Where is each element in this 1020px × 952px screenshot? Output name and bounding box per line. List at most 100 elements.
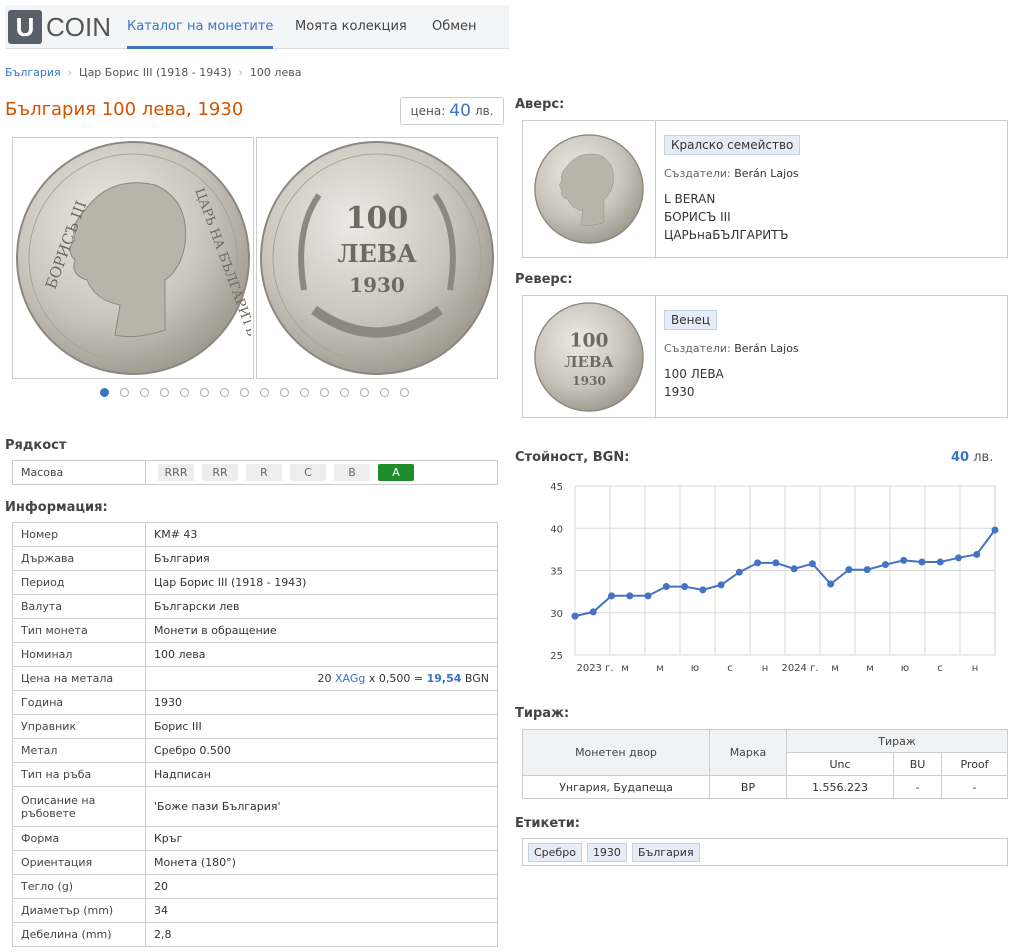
- gallery-dot[interactable]: [300, 388, 309, 397]
- info-value: Кръг: [145, 826, 498, 851]
- x-tick-label: н: [762, 663, 769, 674]
- table-row: Ориентация Монета (180°): [12, 850, 498, 875]
- info-value: 20: [145, 874, 498, 899]
- metal-price-unit[interactable]: XAGg: [335, 672, 365, 685]
- gallery-dot[interactable]: [160, 388, 169, 397]
- gallery-dot[interactable]: [120, 388, 129, 397]
- value-unit: лв.: [973, 450, 994, 465]
- data-point: [608, 592, 616, 600]
- price-unit: лв.: [474, 104, 494, 118]
- reverse-text-leva: ЛЕВА: [337, 239, 417, 268]
- rarity-chip: C: [290, 464, 326, 481]
- gallery-dot[interactable]: [260, 388, 269, 397]
- data-point: [790, 565, 798, 573]
- price-badge: цена: 40 лв.: [400, 97, 504, 125]
- data-point: [699, 586, 707, 594]
- info-value: Надписан: [145, 762, 498, 787]
- inscription-line: L BERAN: [664, 192, 716, 206]
- obverse-image[interactable]: БОРИСЪ III ЦАРЬ НА БЪЛГАРИТЪ: [12, 137, 254, 379]
- info-value: Монети в обращение: [145, 618, 498, 643]
- gallery-dot[interactable]: [220, 388, 229, 397]
- data-point: [991, 526, 999, 534]
- creator-name[interactable]: Berán Lajos: [734, 342, 798, 355]
- breadcrumb-country[interactable]: България: [5, 66, 61, 79]
- reverse-thumb-picture: 100 ЛЕВА 1930: [534, 301, 644, 412]
- obverse-tag[interactable]: Кралско семейство: [664, 135, 801, 155]
- chevron-right-icon: ›: [67, 66, 73, 79]
- info-value: Цар Борис III (1918 - 1943): [145, 570, 498, 595]
- obverse-thumbnail[interactable]: [523, 121, 656, 257]
- info-key: Ориентация: [12, 850, 146, 875]
- x-tick-label: ю: [901, 663, 909, 674]
- mint-unc: 1.556.223: [786, 775, 894, 799]
- rarity-heading: Рядкост: [5, 438, 67, 453]
- info-key: Тип монета: [12, 618, 146, 643]
- info-heading: Информация:: [5, 500, 108, 515]
- info-key: Държава: [12, 546, 146, 571]
- inscription-line: 1930: [664, 385, 695, 399]
- tab-exchange[interactable]: Обмен: [432, 5, 477, 49]
- reverse-heading: Реверс:: [515, 272, 573, 287]
- col-mark: Марка: [709, 729, 787, 776]
- gallery-dot[interactable]: [340, 388, 349, 397]
- gallery-dot[interactable]: [140, 388, 149, 397]
- data-point: [954, 554, 962, 562]
- creator-name[interactable]: Berán Lajos: [734, 167, 798, 180]
- label-tag[interactable]: 1930: [586, 842, 627, 862]
- reverse-text-year: 1930: [349, 273, 405, 297]
- data-point: [644, 592, 652, 600]
- value-chart[interactable]: 25 30 35 40 45 2023 г. м м ю с н 2024 г. м м ю с н: [515, 475, 1015, 680]
- data-point: [571, 612, 579, 620]
- mint-bu: -: [893, 775, 942, 799]
- obverse-panel: Кралско семейство Създатели: Berán Lajos…: [522, 120, 1008, 258]
- info-value: 2,8: [145, 922, 498, 947]
- label-tag[interactable]: България: [631, 842, 700, 862]
- breadcrumb-period[interactable]: Цар Борис III (1918 - 1943): [79, 66, 231, 79]
- y-tick-label: 25: [550, 651, 563, 662]
- gallery-dot[interactable]: [360, 388, 369, 397]
- col-unc: Unc: [786, 752, 894, 776]
- table-row: Диаметър (mm) 34: [12, 898, 498, 923]
- info-key: Цена на метала: [12, 666, 146, 691]
- x-tick-label: 2023 г.: [576, 663, 613, 674]
- y-tick-label: 40: [550, 524, 563, 535]
- gallery-dot[interactable]: [380, 388, 389, 397]
- x-tick-label: 2024 г.: [781, 663, 818, 674]
- gallery-dot[interactable]: [400, 388, 409, 397]
- table-row: Номинал 100 лева: [12, 642, 498, 667]
- metal-price-mult: x 0,500 =: [368, 672, 424, 685]
- obverse-creators: Създатели: Berán Lajos: [664, 167, 800, 180]
- x-tick-label: н: [972, 663, 979, 674]
- reverse-image[interactable]: 100 ЛЕВА 1930: [256, 137, 498, 379]
- info-value: 20 XAGg x 0,500 = 19,54 BGN: [145, 666, 498, 691]
- ucoin-logo[interactable]: U COIN: [8, 10, 111, 44]
- gallery-dot[interactable]: [240, 388, 249, 397]
- table-row: Метал Сребро 0.500: [12, 738, 498, 763]
- data-point: [936, 558, 944, 566]
- metal-price-currency: BGN: [464, 672, 489, 685]
- table-row: Цена на метала 20 XAGg x 0,500 = 19,54 BG…: [12, 666, 498, 691]
- info-value: Борис III: [145, 714, 498, 739]
- table-row: Форма Кръг: [12, 826, 498, 851]
- info-table: Номер KM# 43 Държава България Период Цар Бори…: [12, 522, 498, 947]
- info-value: KM# 43: [145, 522, 498, 547]
- info-key: Форма: [12, 826, 146, 851]
- tab-my-collection[interactable]: Моята колекция: [295, 5, 407, 49]
- data-point: [681, 583, 689, 591]
- thumb-text-100: 100: [570, 329, 609, 351]
- info-key: Период: [12, 570, 146, 595]
- data-point: [662, 583, 670, 591]
- info-key: Управник: [12, 714, 146, 739]
- gallery-dot[interactable]: [180, 388, 189, 397]
- gallery-dot[interactable]: [320, 388, 329, 397]
- reverse-creators: Създатели: Berán Lajos: [664, 342, 799, 355]
- data-point: [918, 558, 926, 566]
- reverse-thumbnail[interactable]: 100 ЛЕВА 1930: [523, 296, 656, 417]
- label-tag[interactable]: Сребро: [528, 842, 582, 862]
- reverse-tag[interactable]: Венец: [664, 310, 718, 330]
- tab-catalog[interactable]: Каталог на монетите: [127, 5, 274, 49]
- gallery-dot[interactable]: [200, 388, 209, 397]
- gallery-dot[interactable]: [280, 388, 289, 397]
- info-key: Тип на ръба: [12, 762, 146, 787]
- gallery-dot[interactable]: [100, 388, 109, 397]
